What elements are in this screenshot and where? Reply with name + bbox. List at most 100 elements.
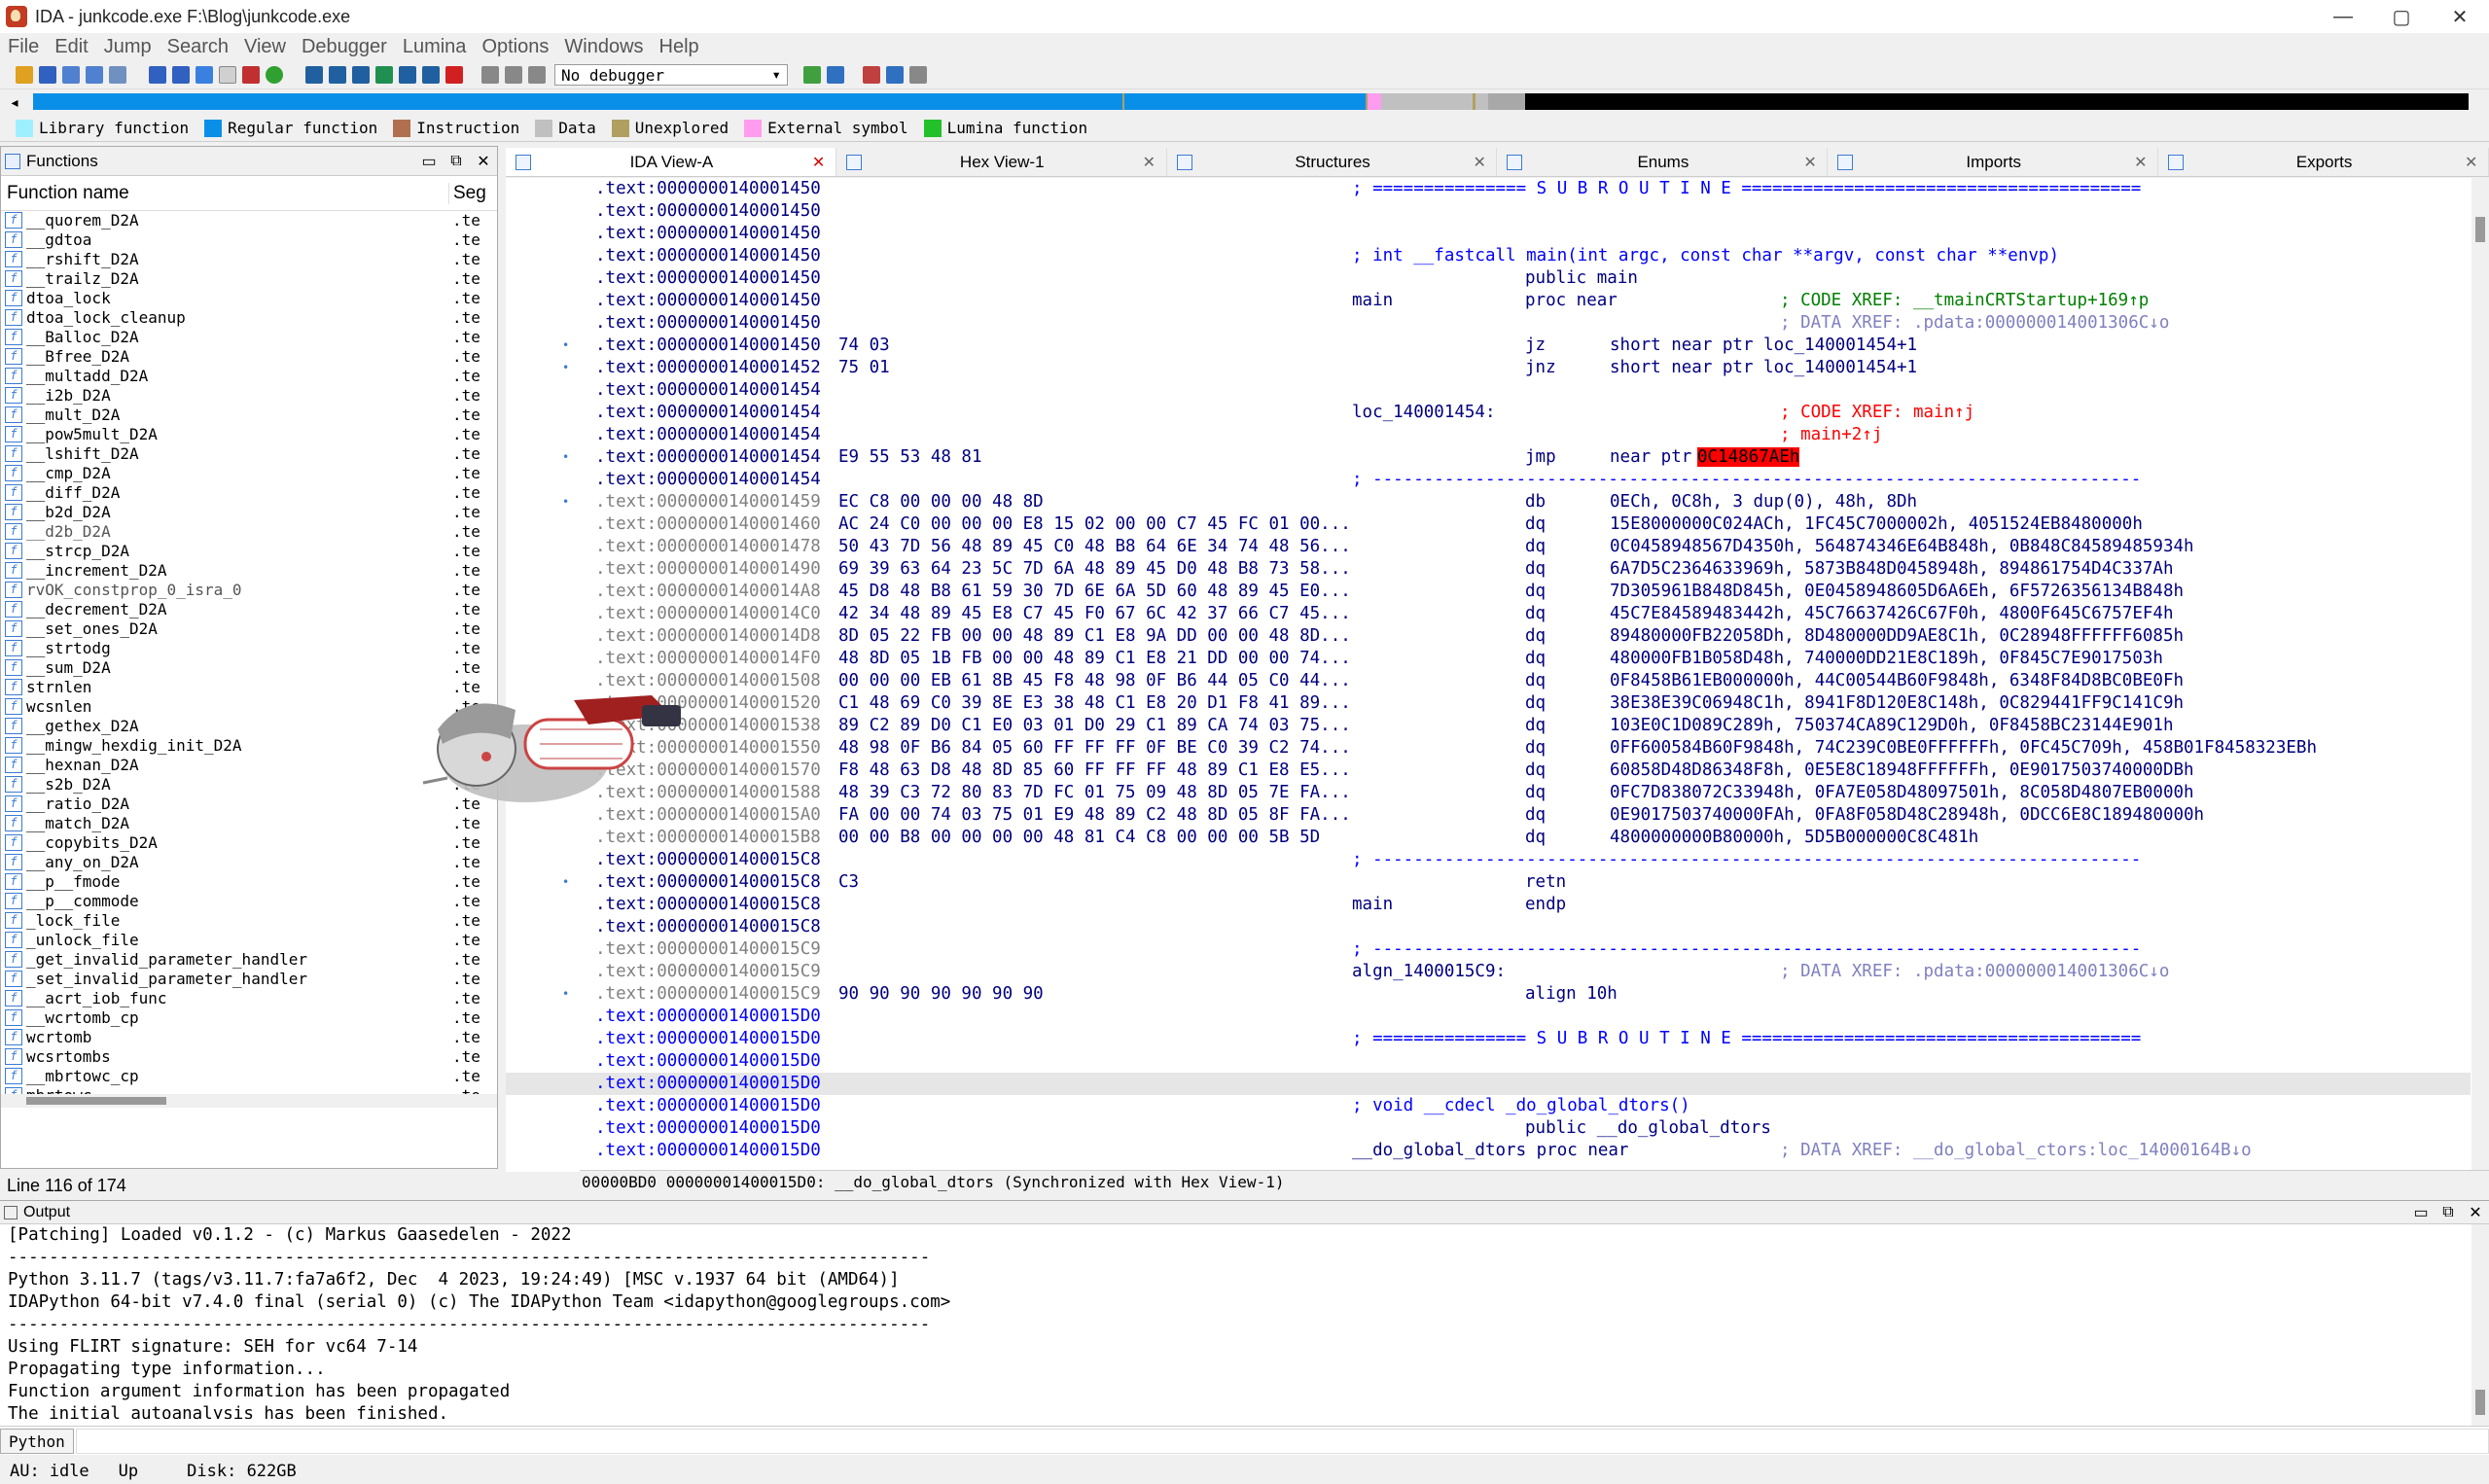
disasm-line[interactable]: .text:00000001400015D0 public __do_global… [506, 1117, 2471, 1140]
disasm-line[interactable]: .text:0000000140001450 ; int __fastcall m… [506, 245, 2471, 267]
menu-options[interactable]: Options [481, 36, 549, 58]
disasm-line[interactable]: .text:00000001400015B8 00 00 B8 00 00 00 … [506, 827, 2471, 849]
function-row[interactable]: f mbrtowc.te [1, 1086, 497, 1094]
menu-jump[interactable]: Jump [104, 36, 152, 58]
function-row[interactable]: f __acrt_iob_func .te [1, 989, 497, 1008]
function-row[interactable]: f __rshift_D2A .te [1, 250, 497, 269]
tab-close-icon[interactable]: ✕ [2465, 153, 2488, 172]
disasm-vscroll[interactable] [2471, 178, 2489, 1172]
pane-close-icon[interactable]: ✕ [470, 152, 497, 171]
function-row[interactable]: f __mult_D2A .te [1, 406, 497, 425]
ida-view-a[interactable]: .text:0000000140001450 ; =============== … [506, 178, 2489, 1172]
function-row[interactable]: f dtoa_lock_cleanup .te [1, 308, 497, 328]
disasm-line[interactable]: .text:0000000140001450 [506, 223, 2471, 245]
save-icon[interactable] [39, 65, 56, 84]
python-command-input[interactable] [75, 1428, 2489, 1454]
imports-icon[interactable] [399, 65, 416, 84]
create-enum-icon[interactable] [352, 65, 370, 84]
close-button[interactable]: ✕ [2431, 0, 2489, 33]
menu-help[interactable]: Help [659, 36, 699, 58]
disasm-line[interactable]: .text:00000001400015D0 ; void __cdecl _do… [506, 1095, 2471, 1117]
column-function-name[interactable]: Function name [1, 183, 448, 204]
disasm-line[interactable]: .text:00000001400014F0 48 8D 05 1B FB 00 … [506, 648, 2471, 670]
debugger-select[interactable]: No debugger [554, 63, 788, 86]
function-row[interactable]: f _set_invalid_parameter_handler .te [1, 970, 497, 989]
menu-view[interactable]: View [244, 36, 286, 58]
open-file-icon[interactable] [16, 65, 33, 84]
output-maximize-icon[interactable]: ▭ [2407, 1203, 2435, 1222]
lumina-icon[interactable] [886, 65, 904, 84]
function-row[interactable]: f __diff_D2A .te [1, 483, 497, 503]
menu-search[interactable]: Search [167, 36, 229, 58]
output-close-icon[interactable]: ✕ [2462, 1203, 2489, 1222]
function-row[interactable]: f __lshift_D2A .te [1, 444, 497, 464]
disasm-line[interactable]: .text:00000001400015C9 algn_1400015C9: ; D… [506, 961, 2471, 983]
disasm-line[interactable]: .text:0000000140001508 00 00 00 EB 61 8B … [506, 670, 2471, 692]
menu-lumina[interactable]: Lumina [403, 36, 467, 58]
tab-exports[interactable]: Exports ✕ [2158, 148, 2489, 176]
run-analysis-icon[interactable] [266, 65, 283, 84]
disasm-line[interactable]: .text:0000000140001450 [506, 200, 2471, 223]
disasm-line[interactable]: .text:00000001400014D8 8D 05 22 FB 00 00 … [506, 625, 2471, 648]
graph-icon[interactable] [242, 65, 260, 84]
menu-debugger[interactable]: Debugger [302, 36, 387, 58]
functions-hscroll[interactable] [1, 1094, 497, 1108]
paste-icon[interactable] [86, 65, 103, 84]
disasm-line[interactable]: • .text:0000000140001459 EC C8 00 00 00 48… [506, 491, 2471, 513]
disasm-line[interactable]: .text:00000001400015D0 [506, 1073, 2471, 1095]
tab-close-icon[interactable]: ✕ [1143, 153, 1166, 172]
disasm-line[interactable]: .text:00000001400014C0 42 34 48 89 45 E8 … [506, 603, 2471, 625]
function-row[interactable]: f __trailz_D2A .te [1, 269, 497, 289]
function-row[interactable]: f __Bfree_D2A .te [1, 347, 497, 367]
output-restore-icon[interactable]: ⧉ [2435, 1204, 2462, 1221]
disasm-line[interactable]: .text:0000000140001478 50 43 7D 56 48 89 … [506, 536, 2471, 558]
disasm-line[interactable]: .text:0000000140001454 ; main+2↑j [506, 424, 2471, 446]
disasm-line[interactable]: • .text:00000001400015C8 C3 retn [506, 871, 2471, 894]
disasm-line[interactable]: .text:0000000140001520 C1 48 69 C0 39 8E … [506, 692, 2471, 715]
back-arrow-icon[interactable] [149, 65, 166, 84]
search-icon[interactable] [109, 65, 126, 84]
tab-enums[interactable]: Enums ✕ [1497, 148, 1829, 176]
tab-close-icon[interactable]: ✕ [1473, 153, 1496, 172]
function-row[interactable]: f __mbrtowc_cp .te [1, 1067, 497, 1086]
function-row[interactable]: f _get_invalid_parameter_handler .te [1, 950, 497, 970]
text-mode-icon[interactable] [219, 65, 236, 84]
disasm-line[interactable]: .text:00000001400015D0 __do_global_dtors … [506, 1140, 2471, 1162]
menu-file[interactable]: File [8, 36, 39, 58]
functions-list[interactable]: f __quorem_D2A .te f __gdtoa .te f __rshift_D2A… [1, 211, 497, 1094]
delete-icon[interactable] [445, 65, 463, 84]
create-function-icon[interactable] [305, 65, 323, 84]
jump-up-icon[interactable] [196, 65, 213, 84]
menu-windows[interactable]: Windows [564, 36, 643, 58]
hscroll-thumb[interactable] [26, 1097, 166, 1105]
disassembly-listing[interactable]: .text:0000000140001450 ; =============== … [506, 178, 2471, 1162]
function-row[interactable]: f __pow5mult_D2A .te [1, 425, 497, 444]
disasm-line[interactable]: .text:00000001400015D0 [506, 1050, 2471, 1073]
function-row[interactable]: f __d2b_D2A .te [1, 522, 497, 542]
disasm-line[interactable]: .text:0000000140001450 ; DATA XREF: .pdat… [506, 312, 2471, 335]
vscroll-thumb[interactable] [2475, 217, 2485, 242]
disasm-line[interactable]: .text:0000000140001570 F8 48 63 D8 48 8D … [506, 760, 2471, 782]
function-row[interactable]: f __p__commode .te [1, 892, 497, 911]
disasm-line[interactable]: .text:0000000140001450 ; =============== … [506, 178, 2471, 200]
plugin-icon[interactable] [863, 65, 880, 84]
disasm-line[interactable]: • .text:0000000140001452 75 01 jnz short nea… [506, 357, 2471, 379]
disasm-line[interactable]: .text:00000001400015C8 ; ----------------… [506, 849, 2471, 871]
disasm-line[interactable]: .text:0000000140001454 ; ----------------… [506, 469, 2471, 491]
disasm-line[interactable]: .text:0000000140001588 48 39 C3 72 80 83 … [506, 782, 2471, 804]
column-segment[interactable]: Seg [448, 182, 497, 204]
output-vscroll[interactable] [2471, 1224, 2489, 1427]
disasm-line[interactable]: .text:0000000140001550 48 98 0F B6 84 05 … [506, 737, 2471, 760]
exports-icon[interactable] [422, 65, 440, 84]
disasm-line[interactable]: .text:00000001400014A8 45 D8 48 B8 61 59 … [506, 581, 2471, 603]
python-language-button[interactable]: Python [0, 1428, 74, 1454]
tab-close-icon[interactable]: ✕ [1803, 153, 1827, 172]
function-row[interactable]: f __i2b_D2A .te [1, 386, 497, 406]
disasm-line[interactable]: .text:0000000140001450 main proc near ; COD… [506, 290, 2471, 312]
disasm-line[interactable]: .text:00000001400015C8 [506, 916, 2471, 938]
pause-icon[interactable] [505, 65, 522, 84]
breakpoint-icon[interactable] [375, 65, 393, 84]
disasm-line[interactable]: • .text:00000001400015C9 90 90 90 90 90 90… [506, 983, 2471, 1006]
play-icon[interactable] [481, 65, 499, 84]
disasm-line[interactable]: .text:0000000140001538 89 C2 89 D0 C1 E0 … [506, 715, 2471, 737]
